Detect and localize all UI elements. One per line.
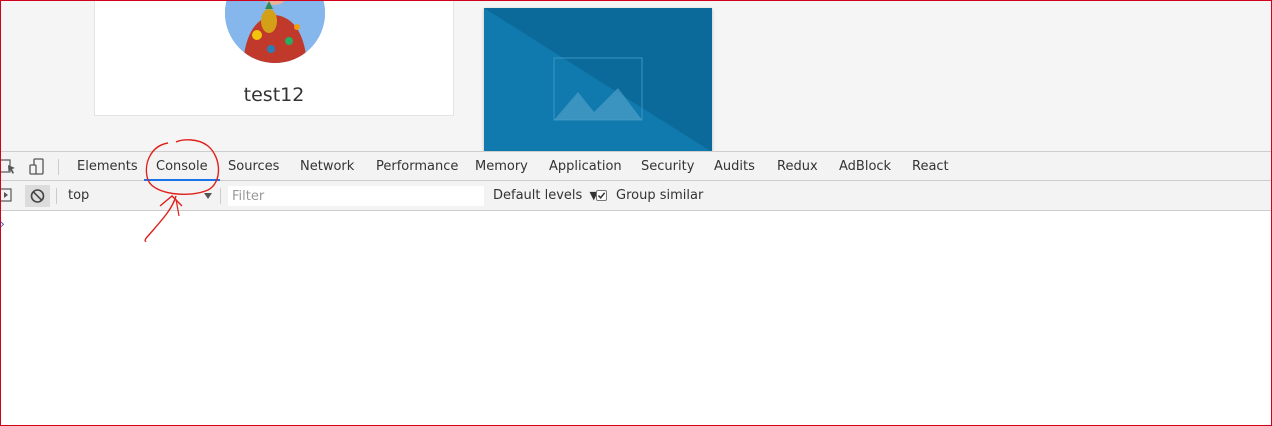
tab-performance[interactable]: Performance [376, 152, 458, 181]
clear-console-icon[interactable] [25, 185, 50, 207]
toolbar-divider [220, 188, 221, 204]
devtools-panel: Elements Console Sources Network Perform… [0, 151, 1272, 426]
image-placeholder-icon [484, 8, 712, 152]
tab-application[interactable]: Application [549, 152, 622, 181]
console-toolbar: top Default levels ▼ Group similar [0, 181, 1272, 211]
group-similar-label: Group similar [616, 188, 704, 203]
profile-card: test12 [94, 0, 454, 116]
tabbar-divider [58, 159, 59, 175]
device-toolbar-icon[interactable] [27, 157, 47, 177]
toolbar-divider [56, 188, 57, 204]
tab-network[interactable]: Network [300, 152, 354, 181]
tab-security[interactable]: Security [641, 152, 694, 181]
tab-memory[interactable]: Memory [475, 152, 528, 181]
avatar[interactable] [225, 0, 325, 63]
console-prompt: › [0, 217, 5, 231]
tab-react[interactable]: React [912, 152, 949, 181]
tab-elements[interactable]: Elements [77, 152, 138, 181]
console-output[interactable]: › [0, 212, 1272, 426]
image-placeholder-card[interactable] [484, 8, 712, 152]
checkbox-check-icon [597, 192, 606, 199]
group-similar-checkbox[interactable] [596, 190, 607, 201]
avatar-image [225, 0, 325, 63]
profile-username: test12 [243, 84, 305, 106]
tab-console[interactable]: Console [144, 152, 220, 181]
sidebar-toggle-icon[interactable] [0, 187, 14, 203]
tab-sources[interactable]: Sources [228, 152, 279, 181]
context-selector[interactable]: top [62, 186, 218, 206]
tab-adblock[interactable]: AdBlock [839, 152, 891, 181]
dropdown-arrow-icon [204, 193, 212, 199]
log-levels-dropdown[interactable]: Default levels ▼ [493, 186, 598, 206]
tab-audits[interactable]: Audits [714, 152, 755, 181]
inspect-element-icon[interactable] [0, 157, 20, 177]
tab-redux[interactable]: Redux [777, 152, 818, 181]
log-levels-label: Default levels [493, 188, 583, 203]
devtools-tabbar: Elements Console Sources Network Perform… [0, 151, 1272, 181]
filter-input[interactable] [228, 186, 484, 206]
context-selector-value: top [68, 188, 90, 203]
